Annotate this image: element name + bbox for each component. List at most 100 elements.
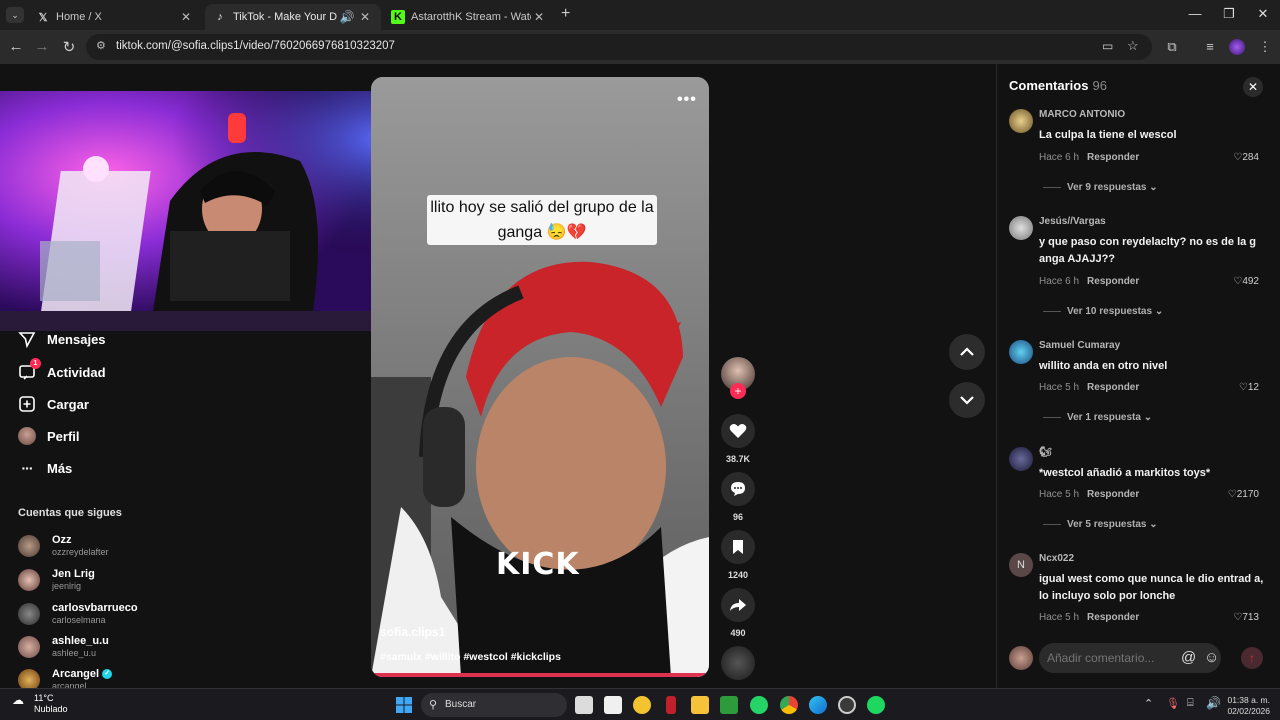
nav-more[interactable]: ··· Más	[18, 459, 73, 477]
following-account[interactable]: Ozz ozzreydelafter	[18, 534, 109, 558]
comment-author[interactable]: Ncx022	[1039, 553, 1074, 564]
weather-widget[interactable]: ☁ 11°C Nublado	[12, 693, 68, 715]
address-bar[interactable]: ⚙ tiktok.com/@sofia.clips1/video/7602066…	[86, 34, 1152, 60]
app-icon[interactable]	[838, 696, 856, 714]
comment-author[interactable]: 🐿	[1039, 447, 1052, 458]
new-tab-button[interactable]: +	[561, 5, 570, 23]
chrome-icon[interactable]	[780, 696, 798, 714]
more-options-icon[interactable]: •••	[677, 91, 697, 109]
reload-icon[interactable]: ↻	[59, 38, 79, 56]
comment-meta: Hace 5 h Responder	[1039, 382, 1139, 393]
like-button[interactable]: 38.7K	[721, 414, 755, 464]
tab-search-button[interactable]: ⌄	[6, 7, 24, 23]
next-video-button[interactable]	[949, 382, 985, 418]
url-text[interactable]: tiktok.com/@sofia.clips1/video/760206697…	[116, 40, 395, 52]
comment-button[interactable]: 96	[721, 472, 755, 522]
task-view-icon[interactable]	[575, 696, 593, 714]
mention-icon[interactable]: @	[1181, 649, 1196, 666]
network-icon[interactable]: ⌸	[1187, 697, 1194, 710]
comment-likes[interactable]: ♡2170	[1228, 489, 1259, 500]
whatsapp-icon[interactable]	[750, 696, 768, 714]
view-replies-button[interactable]: Ver 9 respuestas ⌄	[1043, 182, 1158, 193]
store-icon[interactable]	[604, 696, 622, 714]
comment-author[interactable]: Samuel Cumaray	[1039, 340, 1120, 351]
comment-author[interactable]: Jesús//Vargas	[1039, 216, 1106, 227]
comment-likes[interactable]: ♡492	[1233, 276, 1259, 287]
send-arrow-icon[interactable]: ↑	[1241, 647, 1263, 669]
follow-plus-icon[interactable]: +	[730, 383, 746, 399]
windows-start-icon[interactable]	[395, 696, 413, 714]
taskbar-search[interactable]: ⚲ Buscar	[421, 693, 567, 717]
speaker-icon[interactable]: 🔊	[337, 10, 357, 24]
avatar[interactable]	[1009, 447, 1033, 471]
close-tab-icon[interactable]: ✕	[178, 10, 194, 24]
avatar[interactable]	[1009, 340, 1033, 364]
nav-label: Perfil	[47, 428, 80, 444]
following-account[interactable]: Jen Lrig jeenlrig	[18, 568, 95, 592]
reply-button[interactable]: Responder	[1087, 612, 1139, 623]
reply-button[interactable]: Responder	[1087, 152, 1139, 163]
extensions-icon[interactable]: ⧉	[1163, 39, 1181, 55]
nav-profile[interactable]: Perfil	[18, 427, 80, 445]
back-icon[interactable]: ←	[6, 38, 26, 55]
avatar[interactable]: N	[1009, 553, 1033, 577]
share-button[interactable]: 490	[721, 588, 755, 638]
tab-x[interactable]: 𝕏 Home / X ✕	[28, 4, 202, 30]
comment-likes[interactable]: ♡12	[1239, 382, 1259, 393]
nav-upload[interactable]: Cargar	[18, 395, 89, 413]
video-username[interactable]: sofia.clips1	[380, 625, 445, 639]
avatar	[18, 669, 40, 688]
creator-avatar[interactable]: +	[721, 357, 755, 399]
close-tab-icon[interactable]: ✕	[531, 10, 547, 24]
video-player[interactable]: ••• llito hoy se salió del grupo de la g…	[371, 77, 709, 677]
widgets-icon[interactable]	[633, 696, 651, 714]
following-account[interactable]: ashlee_u.u ashlee_u.u	[18, 635, 109, 659]
previous-video-button[interactable]	[949, 334, 985, 370]
view-replies-button[interactable]: Ver 1 respuesta ⌄	[1043, 412, 1152, 423]
music-disc[interactable]	[721, 646, 755, 680]
edge-icon[interactable]	[809, 696, 827, 714]
reply-button[interactable]: Responder	[1087, 489, 1139, 500]
bookmark-star-icon[interactable]: ☆	[1127, 38, 1139, 54]
comment-likes[interactable]: ♡713	[1233, 612, 1259, 623]
nav-activity[interactable]: 1 Actividad	[18, 358, 106, 381]
view-replies-button[interactable]: Ver 5 respuestas ⌄	[1043, 519, 1158, 530]
following-account[interactable]: Arcangel ✓ arcangel	[18, 668, 113, 688]
tab-kick[interactable]: K AstarotthK Stream - Watch Live on Kick…	[383, 4, 555, 30]
menu-kebab-icon[interactable]: ⋮	[1256, 39, 1274, 55]
reply-button[interactable]: Responder	[1087, 276, 1139, 287]
comment-author[interactable]: MARCO ANTONIO	[1039, 109, 1125, 120]
reply-button[interactable]: Responder	[1087, 382, 1139, 393]
clock[interactable]: 01:38 a. m. 02/02/2026	[1226, 695, 1270, 717]
following-account[interactable]: carlosvbarrueco carloselmana	[18, 602, 138, 626]
profile-avatar[interactable]	[1229, 39, 1245, 55]
minimize-icon[interactable]: —	[1180, 6, 1210, 21]
spotify-icon[interactable]	[867, 696, 885, 714]
volume-icon[interactable]: 🔊	[1206, 696, 1221, 710]
close-tab-icon[interactable]: ✕	[357, 10, 373, 24]
avatar[interactable]	[1009, 216, 1033, 240]
nav-messages[interactable]: Mensajes	[18, 330, 106, 348]
microphone-icon[interactable]: 🎙	[1166, 697, 1180, 710]
forward-icon[interactable]: →	[32, 38, 52, 55]
comment-composer: @ ☺ ↑	[1009, 643, 1271, 673]
media-control-icon[interactable]: ≡	[1201, 39, 1219, 55]
xbox-icon[interactable]	[720, 696, 738, 714]
save-button[interactable]: 1240	[721, 530, 755, 580]
tab-tiktok[interactable]: ♪ TikTok - Make Your Day 🔊 ✕	[205, 4, 381, 30]
emoji-icon[interactable]: ☺	[1204, 649, 1219, 666]
app-icon[interactable]	[666, 696, 676, 714]
close-comments-icon[interactable]: ✕	[1243, 77, 1263, 97]
restore-icon[interactable]: ❐	[1214, 6, 1244, 22]
avatar[interactable]	[1009, 109, 1033, 133]
comment-likes[interactable]: ♡284	[1233, 152, 1259, 163]
comment-time: Hace 5 h	[1039, 489, 1080, 500]
cast-icon[interactable]: ▭	[1102, 39, 1113, 53]
comments-title: Comentarios	[1009, 78, 1089, 93]
view-replies-button[interactable]: Ver 10 respuestas ⌄	[1043, 306, 1163, 317]
site-info-icon[interactable]: ⚙	[96, 39, 106, 52]
video-hashtags[interactable]: #samulx #willito #westcol #kickclips	[380, 651, 561, 663]
tray-chevron-icon[interactable]: ⌃	[1144, 697, 1153, 710]
file-explorer-icon[interactable]	[691, 696, 709, 714]
close-window-icon[interactable]: ✕	[1248, 6, 1278, 22]
